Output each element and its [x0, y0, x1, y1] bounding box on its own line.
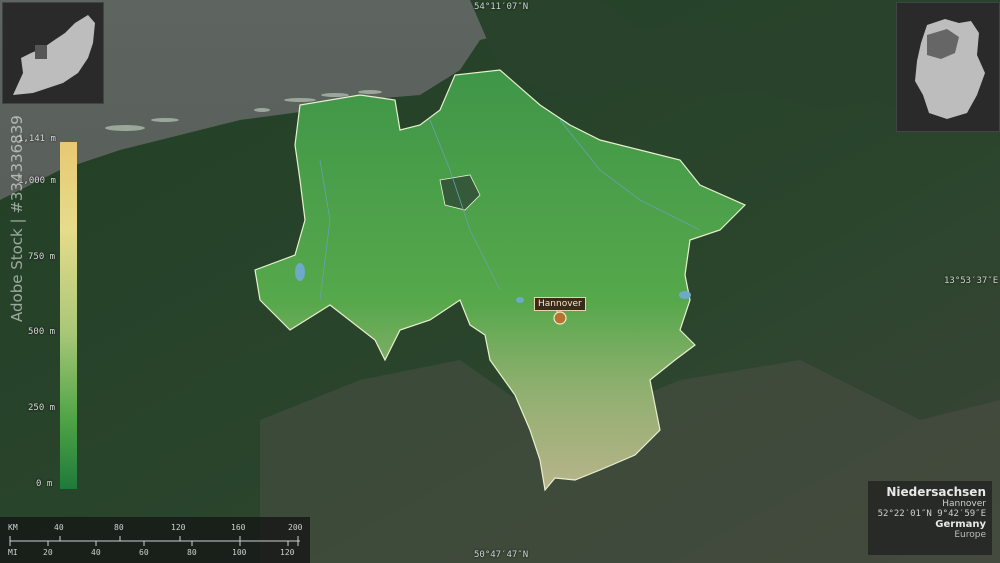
scale-mi-tick-label: 120 [280, 548, 295, 557]
europe-inset [2, 2, 104, 104]
legend-gradient [60, 142, 77, 489]
region-name: Niedersachsen [886, 485, 986, 499]
country-name: Germany [935, 519, 986, 530]
scale-km-unit: KM [8, 523, 18, 532]
scale-mi-tick-label: 40 [91, 548, 101, 557]
coord-right: 13°53′37″E [944, 276, 999, 286]
capital-name: Hannover [942, 499, 986, 509]
scale-km-tick-label: 200 [288, 523, 303, 532]
scale-km-tick-label: 80 [114, 523, 124, 532]
legend-label: 750 m [28, 252, 56, 262]
scale-mi-tick-label: 80 [187, 548, 197, 557]
coord-top: 54°11′07″N [474, 2, 529, 12]
info-box: Niedersachsen Hannover 52°22′01″N 9°42′5… [868, 481, 992, 555]
legend-label: 500 m [28, 327, 56, 337]
scale-mi-unit: MI [8, 548, 18, 557]
elevation-legend-bar [60, 142, 77, 489]
capital-coordinates: 52°22′01″N 9°42′59″E [877, 509, 986, 519]
country-inset [896, 2, 1000, 132]
scale-mi-tick-label: 20 [43, 548, 53, 557]
coord-bottom: 50°47′47″N [474, 550, 529, 560]
relief-map [0, 0, 1000, 563]
scale-km-tick-label: 160 [231, 523, 246, 532]
scale-mi-tick-label: 60 [139, 548, 149, 557]
watermark-text: Adobe Stock | #334336839 [8, 115, 26, 322]
city-marker [553, 311, 567, 325]
lake [295, 263, 305, 281]
scale-bar: KM 40 80 120 160 200 MI 20 40 60 80 100 … [0, 517, 310, 563]
lake [516, 297, 524, 303]
continent-name: Europe [954, 530, 986, 540]
germany-highlight [35, 45, 47, 59]
lake [679, 291, 691, 299]
legend-label: 0 m [36, 479, 53, 489]
scale-mi-tick-label: 100 [232, 548, 247, 557]
legend-label: 250 m [28, 403, 56, 413]
scale-km-tick-label: 40 [54, 523, 64, 532]
europe-shape [13, 15, 95, 95]
scale-km-tick-label: 120 [171, 523, 186, 532]
city-label: Hannover [534, 297, 586, 311]
